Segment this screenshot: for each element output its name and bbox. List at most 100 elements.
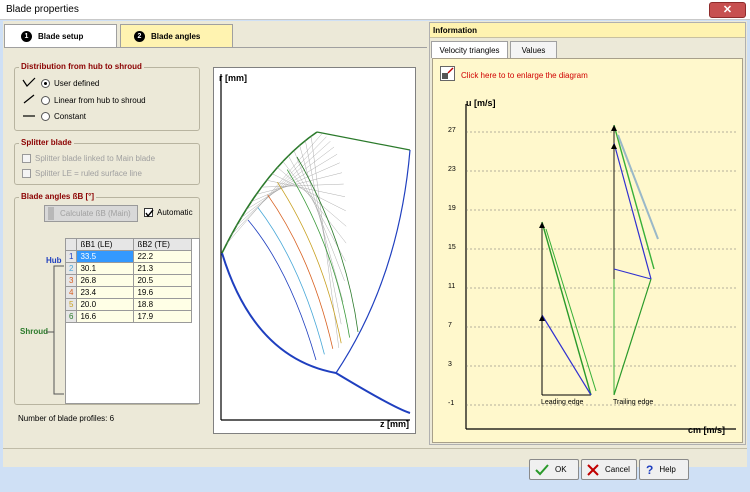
vector-arrowhead <box>611 125 617 131</box>
table-row: 6 16.6 17.9 <box>64 310 193 323</box>
u-tick-label: 7 <box>448 322 452 329</box>
ok-label: OK <box>555 465 567 474</box>
cell-le[interactable]: 16.6 <box>76 310 135 323</box>
ok-button[interactable]: OK <box>529 459 579 480</box>
cross-icon <box>587 463 599 476</box>
u-tick-label: 23 <box>448 166 456 173</box>
cell-le[interactable]: 33.5 <box>76 250 135 263</box>
u-tick-label: -1 <box>448 400 455 407</box>
table-row: 1 33.5 22.2 <box>64 250 193 263</box>
tab-blade-setup[interactable]: 1 Blade setup <box>4 24 117 48</box>
calculator-icon <box>48 207 54 220</box>
calculate-beta-label: Calculate ßB (Main) <box>60 209 131 218</box>
meridional-view <box>213 67 416 434</box>
vector-arrowhead <box>539 222 545 228</box>
tab-values[interactable]: Values <box>510 41 557 58</box>
calculate-beta-button[interactable]: Calculate ßB (Main) <box>44 205 138 222</box>
tab-number: 1 <box>21 31 32 42</box>
row-number: 6 <box>64 310 78 323</box>
profile-line <box>247 219 317 361</box>
user-defined-shape-icon <box>22 77 36 89</box>
tab-divider <box>4 47 427 48</box>
u-axis-label: u [m/s] <box>466 98 496 108</box>
checkbox-box <box>22 154 31 163</box>
table-header-row: ßB1 (LE) ßB2 (TE) <box>64 238 193 251</box>
checkbox-box <box>22 169 31 178</box>
cell-te[interactable]: 22.2 <box>133 250 193 263</box>
cell-te[interactable]: 21.3 <box>133 262 193 275</box>
u-tick-label: 11 <box>448 283 456 290</box>
tab-label: Blade angles <box>151 32 201 41</box>
z-axis-label: z [mm] <box>380 419 409 429</box>
row-number: 2 <box>64 262 78 275</box>
help-button[interactable]: ? Help <box>639 459 689 480</box>
table-row: 5 20.0 18.8 <box>64 298 193 311</box>
cm-axis-label: cm [m/s] <box>688 425 726 435</box>
radio-linear[interactable]: Linear from hub to shroud <box>41 96 146 105</box>
row-number: 3 <box>64 274 78 287</box>
column-header-te: ßB2 (TE) <box>133 238 193 251</box>
u-tick-label: 3 <box>448 361 452 368</box>
hub-outlet <box>335 372 411 414</box>
cell-le[interactable]: 30.1 <box>76 262 135 275</box>
checkbox-label: Automatic <box>157 208 193 217</box>
radio-circle <box>41 112 50 121</box>
row-number: 4 <box>64 286 78 299</box>
linear-shape-icon <box>22 94 36 106</box>
cell-le[interactable]: 26.8 <box>76 274 135 287</box>
cell-te[interactable]: 19.6 <box>133 286 193 299</box>
cancel-button[interactable]: Cancel <box>581 459 637 480</box>
leading-edge-line <box>335 149 411 374</box>
profile-line <box>296 156 359 333</box>
constant-shape-icon <box>22 111 36 123</box>
shroud-label: Shroud <box>20 327 48 336</box>
help-label: Help <box>659 465 676 474</box>
tab-blade-angles[interactable]: 2 Blade angles <box>120 24 233 48</box>
r-axis-label: r [mm] <box>219 73 248 83</box>
table-row: 3 26.8 20.5 <box>64 274 193 287</box>
velocity-vector <box>613 142 652 280</box>
profile-line <box>277 181 342 344</box>
checkbox-box-checked <box>144 208 154 218</box>
table-row: 4 23.4 19.6 <box>64 286 193 299</box>
u-tick-label: 27 <box>448 127 456 134</box>
row-number: 1 <box>64 250 78 263</box>
row-number: 5 <box>64 298 78 311</box>
u-tick-label: 19 <box>448 205 456 212</box>
blade-angles-table: ßB1 (LE) ßB2 (TE) 1 33.5 22.2 2 30.1 21.… <box>64 238 193 323</box>
tab-velocity-triangles[interactable]: Velocity triangles <box>431 41 508 58</box>
title-bar <box>0 0 750 20</box>
radio-constant[interactable]: Constant <box>41 112 86 121</box>
blade-mesh <box>226 133 359 361</box>
velocity-vector <box>617 134 659 240</box>
check-icon <box>535 463 549 475</box>
cell-te[interactable]: 17.9 <box>133 310 193 323</box>
profile-line <box>257 207 325 355</box>
trailing-edge-label: Trailing edge <box>613 399 654 406</box>
profile-line <box>267 194 334 349</box>
radio-label: Constant <box>54 112 87 121</box>
cell-le[interactable]: 23.4 <box>76 286 135 299</box>
meridional-plot <box>220 74 411 421</box>
velocity-vector <box>613 124 655 270</box>
checkbox-label: Splitter LE = ruled surface line <box>35 169 142 178</box>
checkbox-splitter-ruled[interactable]: Splitter LE = ruled surface line <box>22 169 142 178</box>
radio-user-defined[interactable]: User defined <box>41 79 99 88</box>
velocity-vector <box>545 228 597 392</box>
vector-arrowhead <box>611 143 617 149</box>
tab-number: 2 <box>134 31 145 42</box>
checkbox-label: Splitter blade linked to Main blade <box>35 154 156 163</box>
checkbox-automatic[interactable]: Automatic <box>144 208 193 218</box>
radio-circle <box>41 79 50 88</box>
checkbox-splitter-linked[interactable]: Splitter blade linked to Main blade <box>22 154 155 163</box>
information-header: Information <box>430 23 745 38</box>
cell-le[interactable]: 20.0 <box>76 298 135 311</box>
splitter-group: Splitter blade <box>14 138 200 185</box>
mesh-line <box>266 180 346 197</box>
tab-label: Blade setup <box>38 32 84 41</box>
cell-te[interactable]: 18.8 <box>133 298 193 311</box>
shroud-le-line <box>316 131 411 151</box>
hub-contour <box>221 252 337 374</box>
cell-te[interactable]: 20.5 <box>133 274 193 287</box>
close-button[interactable]: ✕ <box>709 2 746 18</box>
